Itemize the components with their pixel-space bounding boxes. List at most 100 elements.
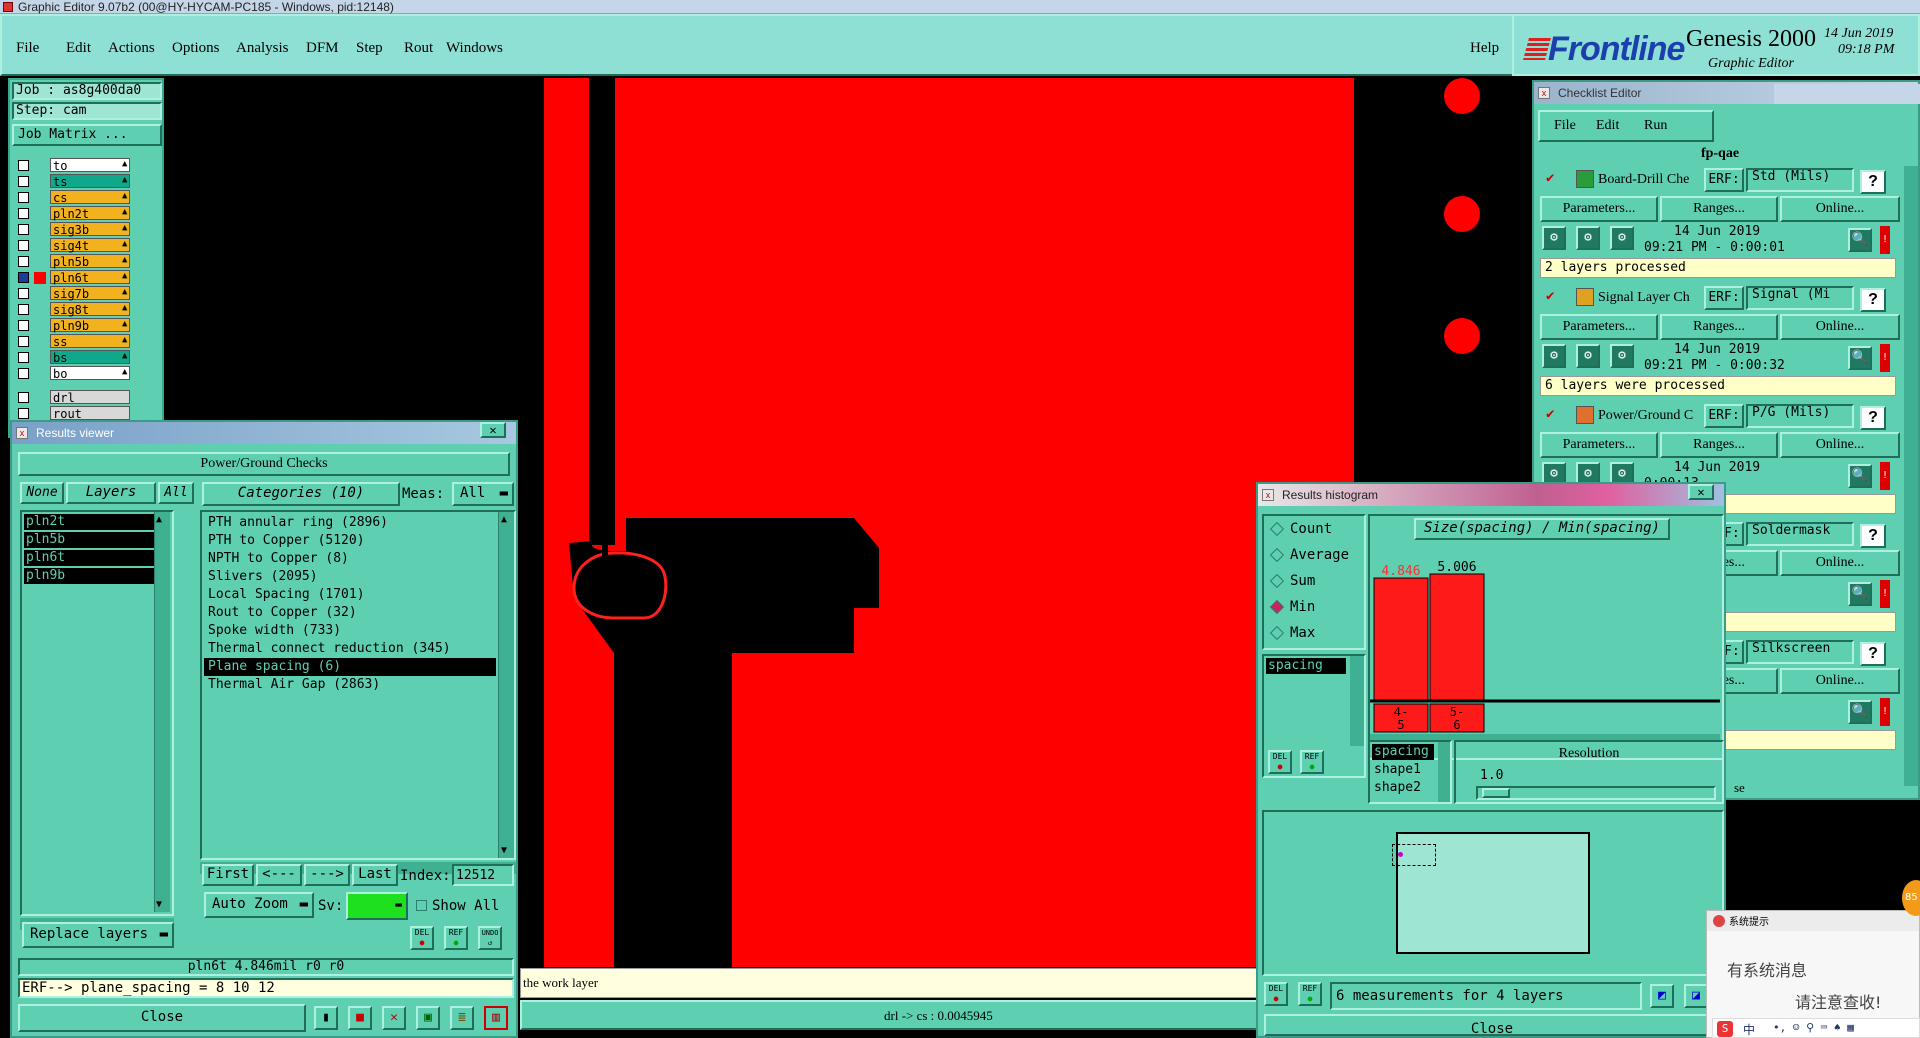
ref-icon[interactable]: REF ● [1298,982,1322,1006]
layer-checkbox[interactable] [18,304,29,315]
checklist-menu-edit[interactable]: Edit [1596,118,1619,134]
replace-layers-select[interactable]: Replace layers ▬ [22,922,174,948]
category-list-scrollbar[interactable]: ▲ ▼ [498,512,514,858]
undo-icon[interactable]: UNDO ↺ [478,926,502,950]
radio-diamond-icon[interactable] [1269,599,1285,615]
stat-option-max[interactable]: Max [1268,624,1364,644]
layer-row-pln9b[interactable]: pln9b ▲ [14,318,138,334]
category-item[interactable]: Plane spacing (6) [204,658,496,676]
check-help-button[interactable]: ? [1860,642,1886,666]
layer-checkbox[interactable] [18,352,29,363]
layer-checkbox[interactable] [18,320,29,331]
radio-diamond-icon[interactable] [1269,573,1285,589]
last-button[interactable]: Last [352,864,398,886]
show-all-checkbox[interactable] [416,900,427,911]
attr-item[interactable]: shape2 [1372,780,1421,796]
hist-list-item[interactable]: spacing [1266,658,1346,674]
menu-actions[interactable]: Actions [108,40,155,57]
attr-item[interactable]: shape1 [1372,762,1421,778]
menu-analysis[interactable]: Analysis [236,40,289,57]
check-help-button[interactable]: ? [1860,406,1886,430]
layer-row-sig4t[interactable]: sig4t ▲ [14,238,138,254]
menu-edit[interactable]: Edit [66,40,91,57]
run-all-icon[interactable]: ⚙ [1576,344,1600,368]
none-button[interactable]: None [20,482,64,504]
chart-icon[interactable]: ▥ [484,1006,508,1030]
layer-row-pln2t[interactable]: pln2t ▲ [14,206,138,222]
erf-value[interactable]: Soldermask [1746,522,1854,546]
report-icon[interactable]: ▣ [416,1006,440,1030]
layer-row-sig8t[interactable]: sig8t ▲ [14,302,138,318]
category-item[interactable]: Local Spacing (1701) [204,586,496,604]
category-item[interactable]: Thermal Air Gap (2863) [204,676,496,694]
hist-list-scrollbar[interactable] [1350,656,1364,746]
layer-checkbox[interactable] [18,272,29,283]
category-item[interactable]: Thermal connect reduction (345) [204,640,496,658]
radio-diamond-icon[interactable] [1269,547,1285,563]
run-stop-icon[interactable]: ⚙ [1610,226,1634,250]
layer-row-cs[interactable]: cs ▲ [14,190,138,206]
run-icon[interactable]: ⚙ [1542,344,1566,368]
radio-diamond-icon[interactable] [1269,625,1285,641]
attr-item[interactable]: spacing [1372,744,1434,760]
check-help-button[interactable]: ? [1860,524,1886,548]
menu-windows[interactable]: Windows [446,40,503,57]
menu-help[interactable]: Help [1470,40,1499,57]
layer-checkbox[interactable] [18,208,29,219]
layer-row-ts[interactable]: ts ▲ [14,174,138,190]
histogram-close-button[interactable]: Close [1264,1014,1720,1036]
del-icon[interactable]: DEL ● [1268,750,1292,774]
results-layer-item[interactable]: pln5b [24,532,164,548]
results-layer-item[interactable]: pln9b [24,568,164,584]
results-layer-item[interactable]: pln6t [24,550,164,566]
zoom-results-icon[interactable]: 🔍 [1848,582,1872,606]
list-icon[interactable]: ≣ [450,1006,474,1030]
erf-value[interactable]: Silkscreen [1746,640,1854,664]
histogram-bar[interactable] [1373,577,1429,701]
attr-list-scrollbar[interactable] [1438,742,1450,802]
parameters-button[interactable]: Parameters... [1540,432,1658,458]
stat-option-average[interactable]: Average [1268,546,1364,566]
run-stop-icon[interactable]: ⚙ [1610,344,1634,368]
results-viewer-close-icon[interactable]: ✕ [480,422,506,438]
layer-row-drl[interactable]: drl [14,390,138,406]
stop-icon[interactable]: ■ [348,1006,372,1030]
layer-checkbox[interactable] [18,288,29,299]
ranges-button[interactable]: Ranges... [1660,432,1778,458]
category-item[interactable]: PTH to Copper (5120) [204,532,496,550]
erf-button[interactable]: ERF: [1704,168,1744,192]
run-icon[interactable]: ⚙ [1542,226,1566,250]
ranges-button[interactable]: Ranges... [1660,314,1778,340]
layer-list-scrollbar[interactable]: ▲ ▼ [154,512,170,912]
erf-value[interactable]: P/G (Mils) [1746,404,1854,428]
online-button[interactable]: Online... [1780,314,1900,340]
export-icon[interactable]: ◩ [1650,984,1674,1008]
index-input[interactable] [452,864,514,886]
menu-options[interactable]: Options [172,40,220,57]
first-button[interactable]: First [202,864,254,886]
online-button[interactable]: Online... [1780,196,1900,222]
export2-icon[interactable]: ◪ [1684,984,1708,1008]
menu-step[interactable]: Step [356,40,383,57]
close-button[interactable]: Close [18,1004,306,1032]
ref-icon[interactable]: REF ● [444,926,468,950]
histogram-close-icon[interactable]: ✕ [1688,484,1714,500]
layer-row-ss[interactable]: ss ▲ [14,334,138,350]
check-help-button[interactable]: ? [1860,288,1886,312]
sv-color-select[interactable]: ▬ [346,892,408,920]
layer-row-bo[interactable]: bo ▲ [14,366,138,382]
resolution-slider[interactable] [1476,786,1716,800]
next-button[interactable]: ---> [304,864,350,886]
layer-checkbox[interactable] [18,256,29,267]
layer-row-sig7b[interactable]: sig7b ▲ [14,286,138,302]
check-enabled-checkmark-icon[interactable]: ✔ [1546,288,1554,304]
online-button[interactable]: Online... [1780,668,1900,694]
menu-file[interactable]: File [16,40,39,57]
layer-row-pln5b[interactable]: pln5b ▲ [14,254,138,270]
online-button[interactable]: Online... [1780,432,1900,458]
layer-checkbox[interactable] [18,408,29,419]
auto-zoom-select[interactable]: Auto Zoom ▬ [204,892,314,918]
parameters-button[interactable]: Parameters... [1540,196,1658,222]
ime-toolbar[interactable]: S 中 •‚ ☺ ⚲ ⌨ ♠ ▦ [1712,1018,1920,1038]
layers-button[interactable]: Layers [66,482,156,504]
